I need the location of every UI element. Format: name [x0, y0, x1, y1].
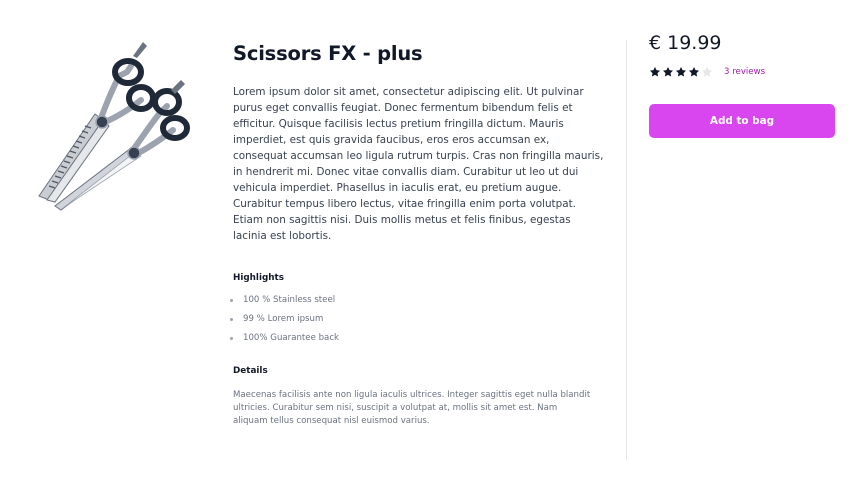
highlight-item: 100 % Stainless steel	[230, 294, 605, 306]
star-empty-icon	[702, 67, 712, 77]
product-image	[33, 36, 201, 212]
highlight-text: 100% Guarantee back	[243, 333, 340, 343]
rating-stars	[649, 66, 714, 78]
details-text: Maecenas facilisis ante non ligula iacul…	[233, 390, 591, 426]
star-filled-icon	[663, 67, 673, 77]
details-heading: Details	[233, 366, 268, 376]
bullet-icon	[230, 337, 233, 340]
product-rating: 3 reviews	[649, 65, 835, 79]
highlight-text: 100 % Stainless steel	[243, 295, 336, 305]
highlights-list: 100 % Stainless steel 99 % Lorem ipsum 1…	[230, 294, 605, 344]
reviews-link[interactable]: 3 reviews	[724, 67, 765, 77]
bullet-icon	[230, 318, 233, 321]
purchase-panel: € 19.99 3 reviews Add to bag	[649, 31, 835, 138]
star-filled-icon	[650, 67, 660, 77]
highlight-text: 99 % Lorem ipsum	[243, 314, 324, 324]
bullet-icon	[230, 299, 233, 302]
product-main: Scissors FX - plus Lorem ipsum dolor sit…	[230, 40, 605, 428]
product-description: Lorem ipsum dolor sit amet, consectetur …	[233, 86, 604, 242]
scissors-image	[38, 42, 190, 211]
product-price: € 19.99	[649, 32, 722, 54]
add-to-bag-button[interactable]: Add to bag	[649, 104, 835, 138]
star-filled-icon	[689, 67, 699, 77]
highlights-heading: Highlights	[233, 273, 284, 283]
highlight-item: 99 % Lorem ipsum	[230, 313, 605, 325]
column-divider	[626, 40, 627, 460]
highlight-item: 100% Guarantee back	[230, 332, 605, 344]
product-title: Scissors FX - plus	[233, 42, 423, 65]
star-filled-icon	[676, 67, 686, 77]
